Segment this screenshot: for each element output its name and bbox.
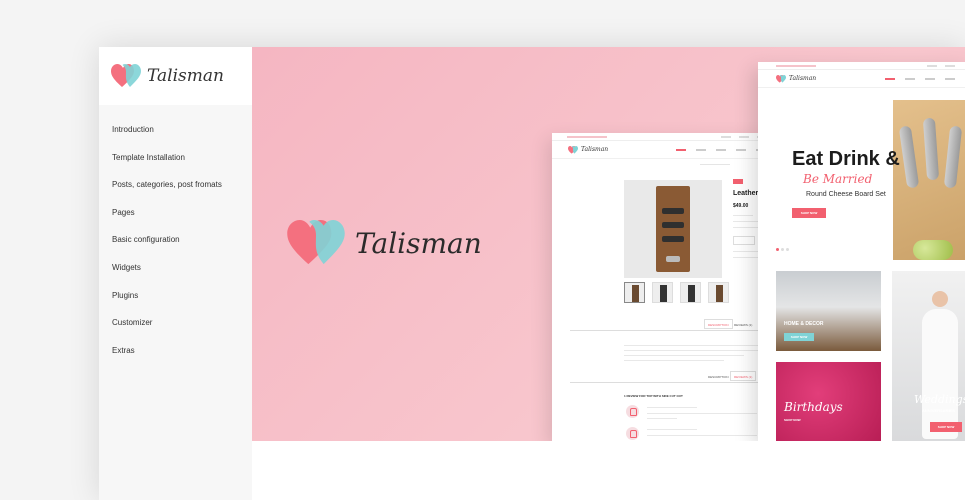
sidebar-item-pages[interactable]: Pages: [99, 200, 252, 228]
product-title: Leather: [733, 190, 759, 197]
preview-topbar: [552, 133, 782, 141]
product-image[interactable]: [624, 180, 722, 278]
sidebar-nav: Introduction Template Installation Posts…: [99, 105, 252, 365]
sidebar-item-customizer[interactable]: Customizer: [99, 310, 252, 338]
birthdays-shop-link[interactable]: SHOP NOW: [784, 418, 801, 422]
product-price: $49.00: [733, 203, 749, 209]
heart-logo-icon: [776, 74, 786, 83]
preview-navbar: Talisman: [552, 141, 782, 159]
sidebar-logo[interactable]: Talisman: [99, 47, 252, 105]
product-thumbnail[interactable]: [680, 282, 701, 303]
tab-reviews-2[interactable]: REVIEWS (1): [730, 371, 757, 381]
preview-menu: [676, 148, 766, 151]
birthdays-label: Birthdays: [784, 400, 843, 414]
heart-logo-icon: [568, 145, 578, 154]
quantity-field[interactable]: [733, 236, 755, 245]
product-thumbnail[interactable]: [624, 282, 645, 303]
sidebar-item-basic-configuration[interactable]: Basic configuration: [99, 227, 252, 255]
tab-description-2[interactable]: DESCRIPTION: [704, 371, 733, 381]
product-thumbnail[interactable]: [708, 282, 729, 303]
product-page-preview: Talisman Leather $49.00 DESCRIPTION REVI…: [552, 133, 782, 441]
hero-logo: Talisman: [287, 220, 482, 266]
hero-banner: Talisman Talisman Leather $49.00 DESCRIP…: [252, 47, 965, 441]
preview-brand: Talisman: [789, 75, 817, 82]
main-content: Talisman Talisman Leather $49.00 DESCRIP…: [252, 47, 965, 500]
preview-topbar: [758, 62, 965, 70]
documentation-window: Talisman Introduction Template Installat…: [99, 47, 965, 500]
hero-brand-name: Talisman: [355, 226, 482, 260]
slide-title: Eat Drink &: [792, 148, 900, 170]
shop-home-preview: Talisman Eat Drink & Be Married Round Ch…: [758, 62, 965, 441]
slide-script-title: Be Married: [803, 172, 873, 186]
slider-dots[interactable]: [776, 248, 789, 251]
heart-logo-icon: [111, 64, 141, 87]
review-heading: 1 REVIEW FOR TOP WITH SIDE CUT OUT: [624, 394, 683, 398]
page: Talisman Introduction Template Installat…: [0, 0, 965, 500]
preview-navbar: Talisman: [758, 70, 965, 88]
tab-reviews[interactable]: REVIEWS (1): [730, 319, 756, 329]
reviewer-avatar-icon: [626, 405, 639, 418]
slide-subtitle: Round Cheese Board Set: [806, 191, 886, 198]
reviewer-avatar-icon: [626, 427, 639, 440]
sidebar-item-template-installation[interactable]: Template Installation: [99, 145, 252, 173]
sidebar: Talisman Introduction Template Installat…: [99, 47, 252, 500]
sidebar-item-introduction[interactable]: Introduction: [99, 117, 252, 145]
weddings-shop-button[interactable]: SHOP NOW: [930, 422, 962, 432]
weddings-label: Weddings: [914, 393, 965, 406]
home-decor-label: HOME & DECOR: [784, 321, 824, 327]
home-decor-tile[interactable]: HOME & DECOR SHOP NOW: [776, 271, 881, 351]
sidebar-item-posts-categories[interactable]: Posts, categories, post fromats: [99, 172, 252, 200]
cheese-board-image: [893, 100, 965, 260]
product-thumbnail[interactable]: [652, 282, 673, 303]
sidebar-item-widgets[interactable]: Widgets: [99, 255, 252, 283]
weddings-tile[interactable]: Weddings ANNIVERSARIES SHOP NOW: [892, 271, 965, 441]
preview-menu: [885, 77, 955, 80]
birthdays-tile[interactable]: Birthdays SHOP NOW: [776, 362, 881, 441]
apron-illustration: [656, 186, 690, 272]
slide-shop-now-button[interactable]: SHOP NOW: [792, 208, 826, 218]
sidebar-item-plugins[interactable]: Plugins: [99, 283, 252, 311]
product-thumbnails: [624, 282, 729, 303]
tab-description[interactable]: DESCRIPTION: [704, 319, 733, 329]
sidebar-brand-name: Talisman: [147, 66, 224, 86]
home-decor-shop-button[interactable]: SHOP NOW: [784, 333, 814, 341]
heart-logo-icon: [287, 220, 345, 265]
preview-brand: Talisman: [581, 146, 609, 153]
anniversaries-label: ANNIVERSARIES: [922, 408, 955, 413]
sidebar-item-extras[interactable]: Extras: [99, 338, 252, 366]
